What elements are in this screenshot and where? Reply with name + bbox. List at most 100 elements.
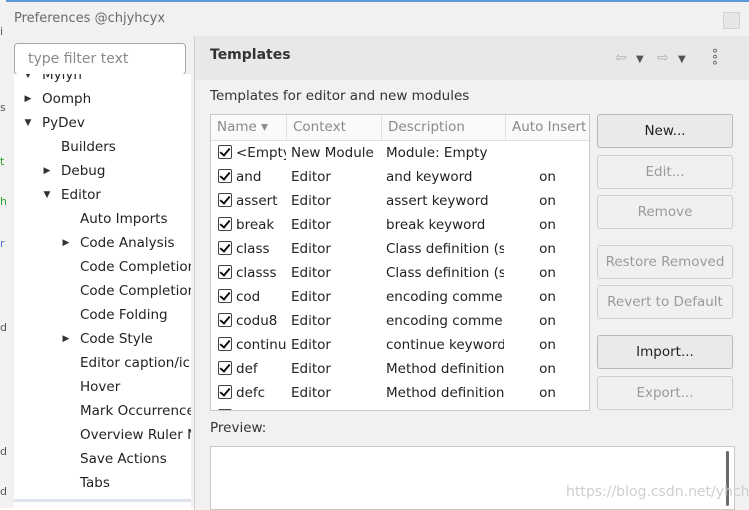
table-row[interactable]: break Editor break keyword on (211, 213, 589, 237)
table-row[interactable]: class Editor Class definition (s on (211, 237, 589, 261)
import-button[interactable]: Import... (597, 335, 733, 369)
cell-auto-insert: on (539, 265, 556, 281)
row-checkbox[interactable] (218, 193, 232, 207)
table-row[interactable]: classs Editor Class definition (s on (211, 261, 589, 285)
cell-description: Class definition (s (386, 241, 504, 257)
cell-name: <Empty> (236, 145, 286, 161)
preview-area[interactable] (210, 446, 735, 510)
row-checkbox[interactable] (218, 361, 232, 375)
cell-description: Method definition (386, 361, 504, 377)
table-row[interactable]: def Editor Method definition on (211, 357, 589, 381)
cell-description: Class definition (s (386, 265, 504, 281)
row-checkbox[interactable] (218, 169, 232, 183)
cell-description: encoding comme (386, 313, 503, 329)
back-dropdown-icon[interactable]: ▼ (636, 51, 644, 69)
tree-item-label: Oomph (42, 91, 92, 107)
close-button[interactable] (723, 12, 740, 29)
tree-horizontal-scrollbar[interactable] (14, 499, 191, 502)
table-row[interactable]: codu8 Editor encoding comme on (211, 309, 589, 333)
row-checkbox[interactable] (218, 217, 232, 231)
tree-item-label: Builders (61, 139, 116, 155)
collapse-arrow-icon[interactable]: ▶ (41, 159, 53, 183)
cell-name: defc (236, 385, 266, 401)
revert-to-default-button[interactable]: Revert to Default (597, 285, 733, 319)
back-arrow-icon[interactable]: ⇦ (615, 49, 627, 67)
collapse-arrow-icon[interactable]: ▶ (60, 231, 72, 255)
cell-description: continue keyword (386, 337, 504, 353)
row-checkbox[interactable] (218, 241, 232, 255)
cell-name: def (236, 361, 258, 377)
cell-auto-insert: on (510, 405, 585, 410)
view-menu-icon[interactable]: ° ° ° (712, 48, 718, 72)
panel-header: Templates ⇦ ▼ ⇨ ▼ ° ° ° (195, 36, 749, 80)
cell-context: Editor (291, 313, 331, 329)
cell-name: assert (236, 193, 278, 209)
table-row[interactable]: assert Editor assert keyword on (211, 189, 589, 213)
tree-item-label: Tabs (80, 475, 110, 491)
cell-context: Editor (291, 241, 331, 257)
cell-auto-insert: on (539, 337, 556, 353)
new-button[interactable]: New... (597, 114, 733, 148)
preference-tree[interactable]: ▼ Mylyn ▶ Oomph ▼ PyDev Builders ▶ Debug ▼ Editor A… (14, 74, 191, 510)
tree-item-label: Code Completion (80, 283, 191, 299)
cell-context: Editor (291, 169, 331, 185)
column-header-name[interactable]: Name ▾ (211, 115, 287, 140)
title-bar: Preferences @chjyhcyx (6, 2, 749, 34)
export-button[interactable]: Export... (597, 376, 733, 410)
cell-auto-insert: on (539, 361, 556, 377)
forward-dropdown-icon[interactable]: ▼ (678, 51, 686, 69)
page-title: Templates (210, 47, 291, 63)
tree-item-label: Code Style (80, 331, 153, 347)
tree-item-label: Mylyn (42, 74, 82, 83)
tree-item-label: Overview Ruler Minimap (80, 427, 191, 443)
cell-context: Editor (291, 217, 331, 233)
row-checkbox[interactable] (218, 385, 232, 399)
tree-item-label: Auto Imports (80, 211, 168, 227)
cell-name: continue (236, 337, 286, 353)
cell-description: encoding comme (386, 289, 503, 305)
cell-description: Method definition (386, 405, 504, 410)
templates-table[interactable]: Name ▾ Context Description Auto Insert <… (210, 114, 590, 411)
row-checkbox[interactable] (218, 337, 232, 351)
forward-arrow-icon[interactable]: ⇨ (657, 49, 669, 67)
collapse-arrow-icon[interactable]: ▶ (60, 327, 72, 351)
row-checkbox[interactable] (218, 313, 232, 327)
edit-button[interactable]: Edit... (597, 155, 733, 189)
table-row[interactable]: defc Editor Method definition on (211, 381, 589, 405)
table-header: Name ▾ Context Description Auto Insert (211, 115, 589, 141)
collapse-arrow-icon[interactable]: ▶ (22, 87, 34, 111)
table-row[interactable]: and Editor and keyword on (211, 165, 589, 189)
cell-description: and keyword (386, 169, 473, 185)
restore-removed-button[interactable]: Restore Removed (597, 245, 733, 279)
filter-input[interactable] (14, 43, 186, 75)
column-header-context[interactable]: Context (287, 115, 382, 140)
panel-description: Templates for editor and new modules (210, 88, 470, 104)
row-checkbox[interactable] (218, 409, 232, 410)
row-checkbox[interactable] (218, 265, 232, 279)
cell-auto-insert: on (539, 169, 556, 185)
table-row[interactable]: <Empty> New Module Module: Empty (211, 141, 589, 165)
column-header-auto-insert[interactable]: Auto Insert (506, 115, 589, 140)
expand-arrow-icon[interactable]: ▼ (22, 74, 34, 87)
window-title: Preferences @chjyhcyx (14, 11, 166, 26)
cell-description: Module: Empty (386, 145, 488, 161)
cell-auto-insert: on (539, 385, 556, 401)
cell-description: assert keyword (386, 193, 489, 209)
cell-name: cod (236, 289, 261, 305)
cell-name: and (236, 169, 262, 185)
cell-context: Editor (291, 385, 331, 401)
cell-name: classs (236, 265, 277, 281)
cell-context: Editor (291, 361, 331, 377)
preferences-dialog: Preferences @chjyhcyx ▼ Mylyn ▶ Oomph ▼ PyDev… (6, 0, 749, 510)
table-row[interactable]: defs Editor Method definition on (211, 405, 589, 410)
cell-description: break keyword (386, 217, 486, 233)
row-checkbox[interactable] (218, 289, 232, 303)
table-row[interactable]: continue Editor continue keyword on (211, 333, 589, 357)
expand-arrow-icon[interactable]: ▼ (22, 111, 34, 135)
table-row[interactable]: cod Editor encoding comme on (211, 285, 589, 309)
remove-button[interactable]: Remove (597, 195, 733, 229)
row-checkbox[interactable] (218, 145, 232, 159)
expand-arrow-icon[interactable]: ▼ (41, 183, 53, 207)
column-header-description[interactable]: Description (382, 115, 506, 140)
watermark: https://blog.csdn.net/yhchj (566, 484, 749, 500)
